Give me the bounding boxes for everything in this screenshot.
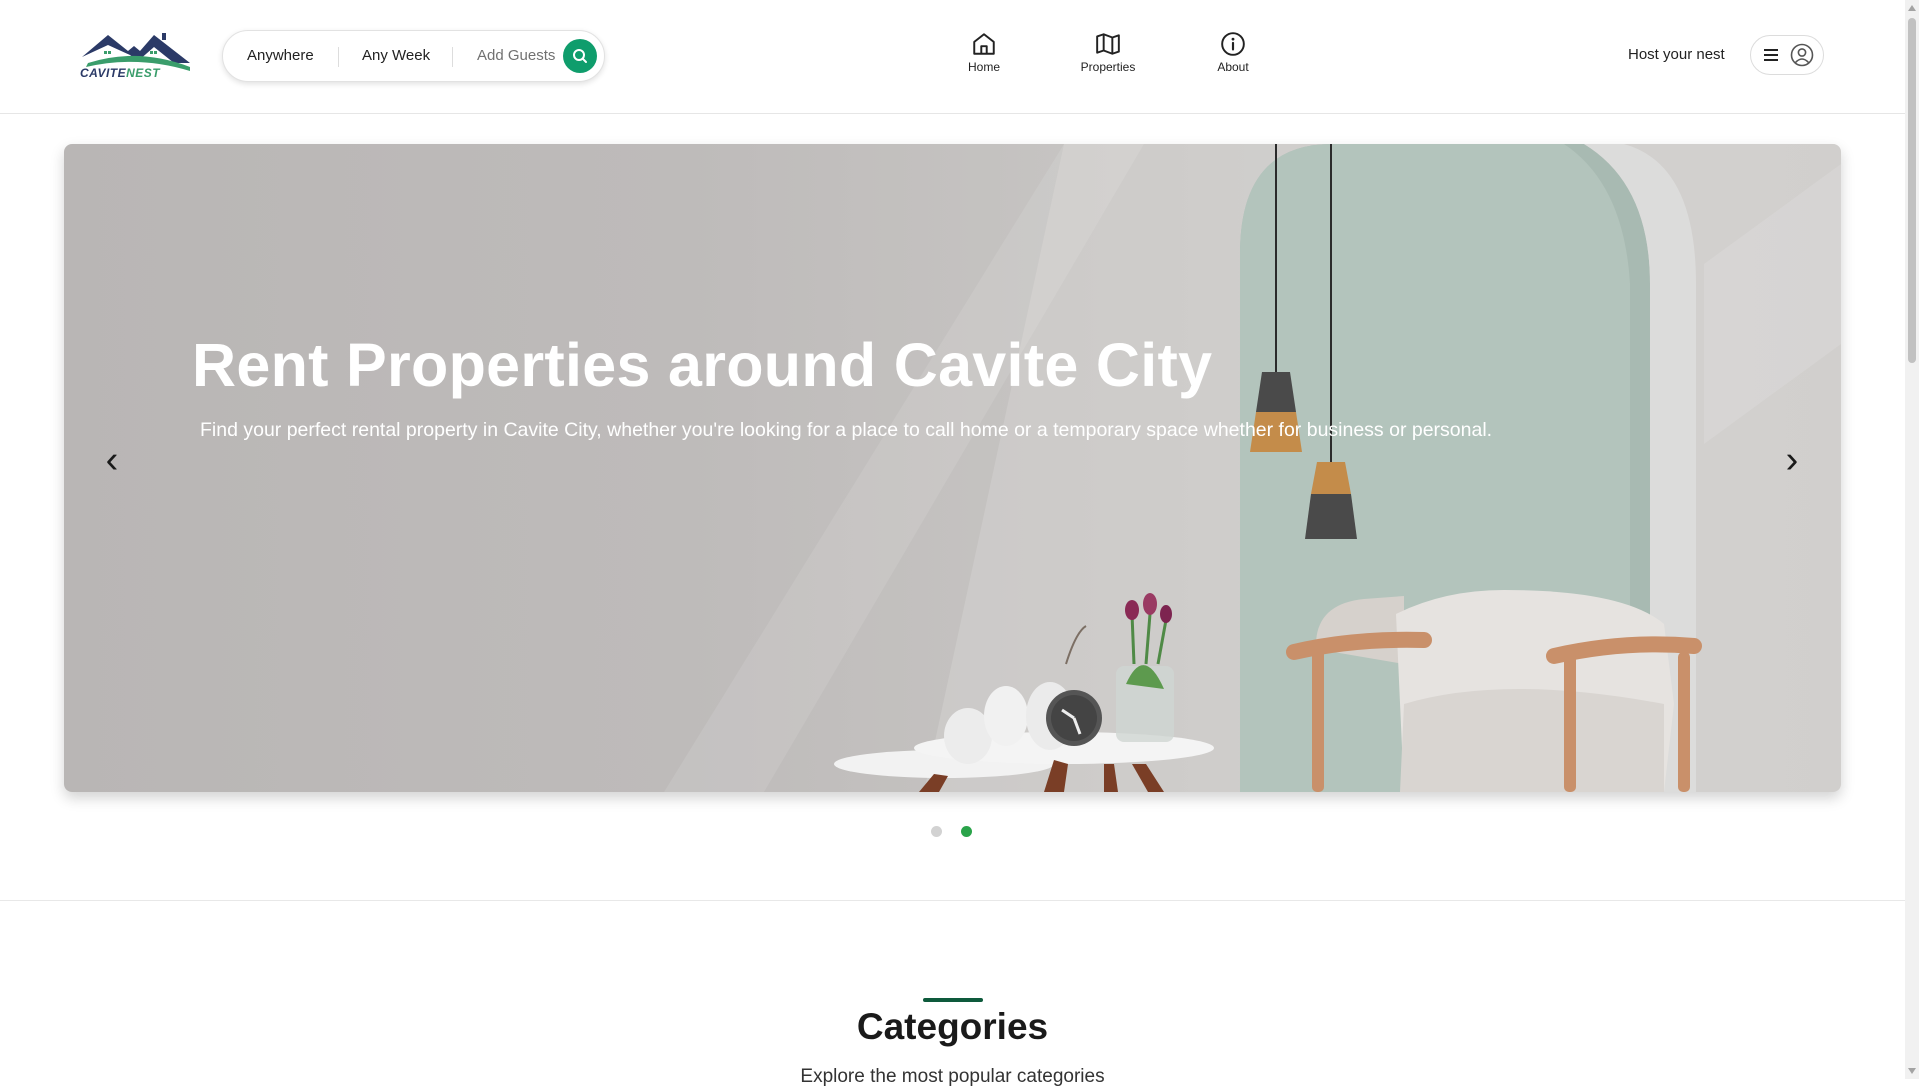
site-header: CAVITENEST Anywhere Any Week Add Guests … — [0, 0, 1905, 114]
hero-carousel: Rent Properties around Cavite City Find … — [64, 144, 1841, 792]
categories-subtitle: Explore the most popular categories — [800, 1066, 1105, 1087]
carousel-prev-button[interactable]: ‹ — [92, 440, 132, 480]
search-divider — [452, 47, 453, 67]
map-icon — [1096, 33, 1120, 55]
user-menu-button[interactable] — [1750, 35, 1824, 75]
hero-interior-image — [664, 144, 1841, 792]
categories-accent-bar — [923, 998, 983, 1002]
nav-properties[interactable]: Properties — [1063, 31, 1153, 74]
nav-properties-label: Properties — [1080, 60, 1136, 74]
search-bar: Anywhere Any Week Add Guests — [222, 30, 605, 82]
nav-about[interactable]: About — [1188, 31, 1278, 74]
home-icon — [973, 33, 995, 55]
search-week-button[interactable]: Any Week — [362, 31, 430, 81]
scrollbar-thumb[interactable] — [1908, 18, 1916, 363]
page-scrollbar[interactable] — [1905, 0, 1919, 1079]
carousel-next-button[interactable]: › — [1772, 440, 1812, 480]
nav-home-label: Home — [967, 60, 1000, 74]
carousel-dot-1[interactable] — [931, 826, 942, 837]
scroll-up-arrow-icon[interactable] — [1908, 5, 1916, 11]
search-location-button[interactable]: Anywhere — [247, 31, 314, 81]
info-icon — [1221, 32, 1245, 56]
user-avatar-icon — [1790, 43, 1814, 67]
hero-title: Rent Properties around Cavite City — [192, 331, 1213, 399]
nav-about-label: About — [1217, 60, 1249, 74]
nav-home[interactable]: Home — [939, 31, 1029, 74]
logo-house-icon — [82, 33, 190, 71]
logo-wordmark: CAVITENEST — [80, 66, 161, 80]
hamburger-icon — [1764, 49, 1778, 61]
host-your-nest-link[interactable]: Host your nest — [1628, 46, 1725, 63]
hero-subtitle: Find your perfect rental property in Cav… — [200, 419, 1493, 441]
scroll-down-arrow-icon[interactable] — [1908, 1068, 1916, 1074]
search-divider — [338, 47, 339, 67]
search-guests-button[interactable]: Add Guests — [477, 31, 555, 81]
carousel-dot-2-active[interactable] — [961, 826, 972, 837]
search-button[interactable] — [563, 39, 597, 73]
section-divider — [0, 900, 1905, 901]
categories-title: Categories — [856, 1006, 1049, 1047]
search-icon — [573, 49, 587, 63]
cavitenest-logo[interactable]: CAVITENEST — [78, 27, 194, 81]
